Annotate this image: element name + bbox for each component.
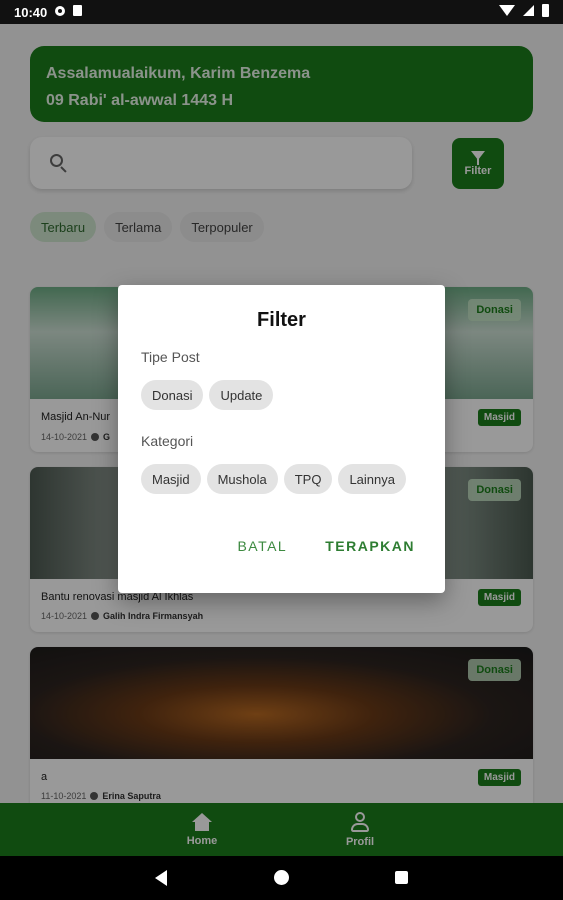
status-bar: 10:40 — [0, 0, 563, 24]
apply-button[interactable]: TERAPKAN — [325, 538, 415, 554]
status-time: 10:40 — [14, 4, 48, 20]
dialog-title: Filter — [257, 309, 306, 331]
chip-donasi[interactable]: Donasi — [141, 380, 204, 410]
signal-icon — [523, 5, 534, 19]
battery-icon — [542, 4, 549, 20]
recents-icon[interactable] — [395, 871, 408, 884]
kategori-label: Kategori — [141, 433, 194, 449]
wifi-icon — [499, 5, 515, 19]
chip-tpq[interactable]: TPQ — [283, 464, 333, 494]
sd-card-icon — [73, 5, 83, 19]
system-navigation-bar — [0, 856, 563, 900]
settings-icon — [55, 5, 66, 19]
kategori-options: Masjid Mushola TPQ Lainnya — [141, 464, 406, 494]
cancel-button[interactable]: BATAL — [237, 538, 287, 554]
filter-dialog: Filter Tipe Post Donasi Update Kategori … — [118, 285, 445, 593]
back-icon[interactable] — [155, 870, 167, 886]
chip-lainnya[interactable]: Lainnya — [338, 464, 406, 494]
home-circle-icon[interactable] — [274, 870, 289, 885]
tipe-post-options: Donasi Update — [141, 380, 274, 410]
chip-mushola[interactable]: Mushola — [206, 464, 278, 494]
dialog-actions: BATAL TERAPKAN — [237, 538, 415, 554]
chip-update[interactable]: Update — [209, 380, 274, 410]
chip-masjid[interactable]: Masjid — [141, 464, 201, 494]
tipe-post-label: Tipe Post — [141, 349, 200, 365]
